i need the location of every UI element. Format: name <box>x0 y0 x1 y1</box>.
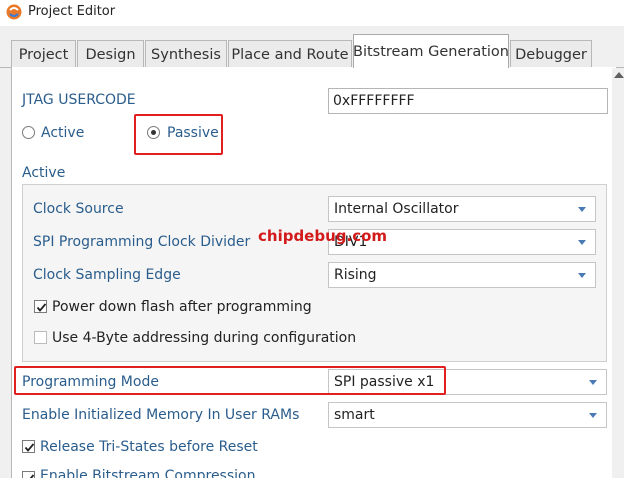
checkmark-icon <box>24 443 35 452</box>
window-title: Project Editor <box>28 4 116 19</box>
tab-project[interactable]: Project <box>11 40 76 68</box>
checkmark-icon <box>36 303 47 312</box>
passive-highlight-box <box>134 114 223 155</box>
tab-place-and-route[interactable]: Place and Route <box>228 40 352 68</box>
active-radio-label: Active <box>41 125 85 141</box>
active-group-title: Active <box>22 165 66 181</box>
clock-source-value: Internal Oscillator <box>334 201 459 217</box>
clock-edge-select[interactable]: Rising <box>328 262 596 288</box>
clock-edge-label: Clock Sampling Edge <box>33 267 181 283</box>
chevron-down-icon <box>589 379 597 385</box>
four-byte-addressing-checkbox[interactable] <box>34 331 47 344</box>
scroll-up-arrow-icon[interactable] <box>614 72 624 78</box>
power-down-label: Power down flash after programming <box>52 299 312 315</box>
bitstream-compression-label: Enable Bitstream Compression <box>40 468 256 478</box>
tab-debugger[interactable]: Debugger <box>510 40 592 68</box>
app-logo-icon <box>6 4 22 20</box>
chevron-down-icon <box>589 412 597 418</box>
active-radio[interactable] <box>22 126 35 139</box>
chevron-down-icon <box>578 239 586 245</box>
init-memory-select[interactable]: smart <box>328 402 607 428</box>
clock-edge-value: Rising <box>334 267 377 283</box>
bitstream-compression-checkbox[interactable] <box>22 471 35 478</box>
checkmark-icon <box>26 474 35 478</box>
chevron-down-icon <box>578 272 586 278</box>
release-tristates-label: Release Tri-States before Reset <box>40 439 258 455</box>
clock-source-select[interactable]: Internal Oscillator <box>328 196 596 222</box>
programming-mode-highlight-box <box>14 366 446 395</box>
init-memory-value: smart <box>334 407 375 423</box>
spi-divider-label: SPI Programming Clock Divider <box>33 234 251 250</box>
clock-source-label: Clock Source <box>33 201 124 217</box>
vertical-scrollbar[interactable] <box>612 68 624 478</box>
jtag-usercode-input[interactable] <box>328 88 608 114</box>
tab-bitstream-generation[interactable]: Bitstream Generation <box>353 34 509 68</box>
power-down-checkbox[interactable] <box>34 300 47 313</box>
release-tristates-checkbox[interactable] <box>22 440 35 453</box>
tab-design[interactable]: Design <box>77 40 144 68</box>
chevron-down-icon <box>578 206 586 212</box>
init-memory-label: Enable Initialized Memory In User RAMs <box>22 407 300 423</box>
watermark-text: chipdebug.com <box>258 227 388 245</box>
jtag-usercode-label: JTAG USERCODE <box>22 92 136 108</box>
four-byte-addressing-label: Use 4-Byte addressing during configurati… <box>52 330 357 346</box>
tab-synthesis[interactable]: Synthesis <box>145 40 227 68</box>
